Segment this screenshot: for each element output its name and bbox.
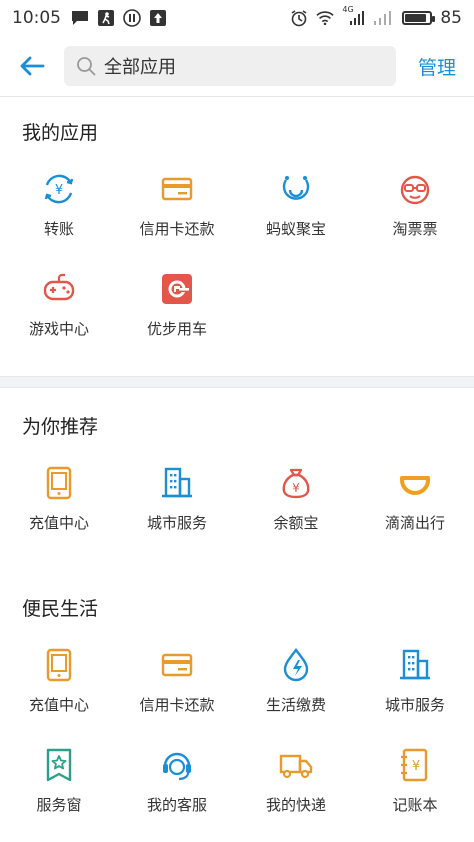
app-label: 城市服务 — [384, 696, 445, 714]
battery-icon — [402, 11, 436, 25]
credit-card-icon — [160, 172, 194, 206]
app-label: 信用卡还款 — [139, 696, 215, 714]
app-label: 余额宝 — [273, 514, 319, 532]
signal-icon — [372, 9, 394, 27]
app-label: 优步用车 — [146, 320, 207, 338]
app-game-center[interactable]: 游戏中心 — [0, 272, 118, 362]
taopiaopiao-icon — [398, 172, 432, 206]
phone-icon — [42, 466, 76, 500]
app-customer-service[interactable]: 我的客服 — [118, 748, 236, 838]
app-taopiaopiao[interactable]: 淘票票 — [356, 172, 474, 262]
transfer-icon: ¥ — [42, 172, 76, 206]
app-label: 淘票票 — [392, 220, 438, 238]
back-button[interactable] — [0, 36, 64, 96]
app-label: 我的快递 — [265, 796, 326, 814]
section-title-recommended: 为你推荐 — [22, 416, 99, 438]
search-input[interactable]: 全部应用 — [64, 46, 396, 86]
ant-fortune-icon — [279, 172, 313, 206]
svg-text:¥: ¥ — [292, 481, 300, 495]
search-text: 全部应用 — [104, 57, 176, 78]
phone-icon — [42, 648, 76, 682]
header-divider — [0, 96, 474, 97]
signal-4g-icon: 4G — [342, 5, 365, 27]
gamepad-icon — [42, 272, 76, 306]
manage-button[interactable]: 管理 — [418, 53, 456, 80]
app-service-window[interactable]: 服务窗 — [0, 748, 118, 838]
uber-icon — [160, 272, 194, 306]
section-title-convenience: 便民生活 — [22, 598, 99, 620]
upload-icon — [149, 9, 167, 27]
app-my-delivery[interactable]: 我的快递 — [237, 748, 355, 838]
building-icon — [160, 466, 194, 500]
app-city-services[interactable]: 城市服务 — [118, 466, 236, 556]
app-label: 信用卡还款 — [139, 220, 215, 238]
app-label: 城市服务 — [146, 514, 207, 532]
pause-icon — [123, 9, 141, 27]
section-divider — [0, 376, 474, 388]
app-transfer[interactable]: ¥ 转账 — [0, 172, 118, 262]
alarm-icon — [290, 9, 308, 27]
service-window-icon — [42, 748, 76, 782]
app-yuebao[interactable]: ¥ 余额宝 — [237, 466, 355, 556]
section-title-my-apps: 我的应用 — [22, 122, 99, 144]
app-label: 充值中心 — [28, 696, 89, 714]
didi-icon — [398, 466, 432, 500]
app-account-book[interactable]: ¥ 记账本 — [356, 748, 474, 838]
money-bag-icon: ¥ — [279, 466, 313, 500]
app-label: 充值中心 — [28, 514, 89, 532]
app-credit-card-repay[interactable]: 信用卡还款 — [118, 648, 236, 738]
customer-service-icon — [160, 748, 194, 782]
app-city-services[interactable]: 城市服务 — [356, 648, 474, 738]
app-recharge-center[interactable]: 充值中心 — [0, 466, 118, 556]
app-label: 生活缴费 — [265, 696, 326, 714]
building-icon — [398, 648, 432, 682]
app-utility-payment[interactable]: 生活缴费 — [237, 648, 355, 738]
svg-text:¥: ¥ — [412, 759, 420, 774]
app-uber[interactable]: 优步用车 — [118, 272, 236, 362]
account-book-icon: ¥ — [398, 748, 432, 782]
app-label: 游戏中心 — [28, 320, 89, 338]
app-ant-fortune[interactable]: 蚂蚁聚宝 — [237, 172, 355, 262]
app-recharge-center[interactable]: 充值中心 — [0, 648, 118, 738]
app-credit-card-repay[interactable]: 信用卡还款 — [118, 172, 236, 262]
app-didi[interactable]: 滴滴出行 — [356, 466, 474, 556]
runner-icon — [97, 9, 115, 27]
app-label: 蚂蚁聚宝 — [265, 220, 326, 238]
credit-card-icon — [160, 648, 194, 682]
app-label: 转账 — [43, 220, 74, 238]
svg-text:¥: ¥ — [55, 183, 63, 198]
app-label: 记账本 — [392, 796, 438, 814]
status-time: 10:05 — [12, 8, 61, 28]
arrow-left-icon — [20, 56, 45, 76]
utility-drop-icon — [279, 648, 313, 682]
wifi-icon — [316, 9, 335, 27]
message-icon — [71, 9, 89, 27]
header-bar: 全部应用 管理 — [0, 36, 474, 96]
search-icon — [77, 57, 96, 76]
app-label: 滴滴出行 — [384, 514, 445, 532]
network-label: 4G — [342, 5, 354, 14]
status-bar: 10:05 4G 85 — [0, 0, 474, 36]
delivery-truck-icon — [279, 748, 313, 782]
app-label: 服务窗 — [36, 796, 82, 814]
battery-percent: 85 — [440, 8, 462, 28]
app-label: 我的客服 — [146, 796, 207, 814]
